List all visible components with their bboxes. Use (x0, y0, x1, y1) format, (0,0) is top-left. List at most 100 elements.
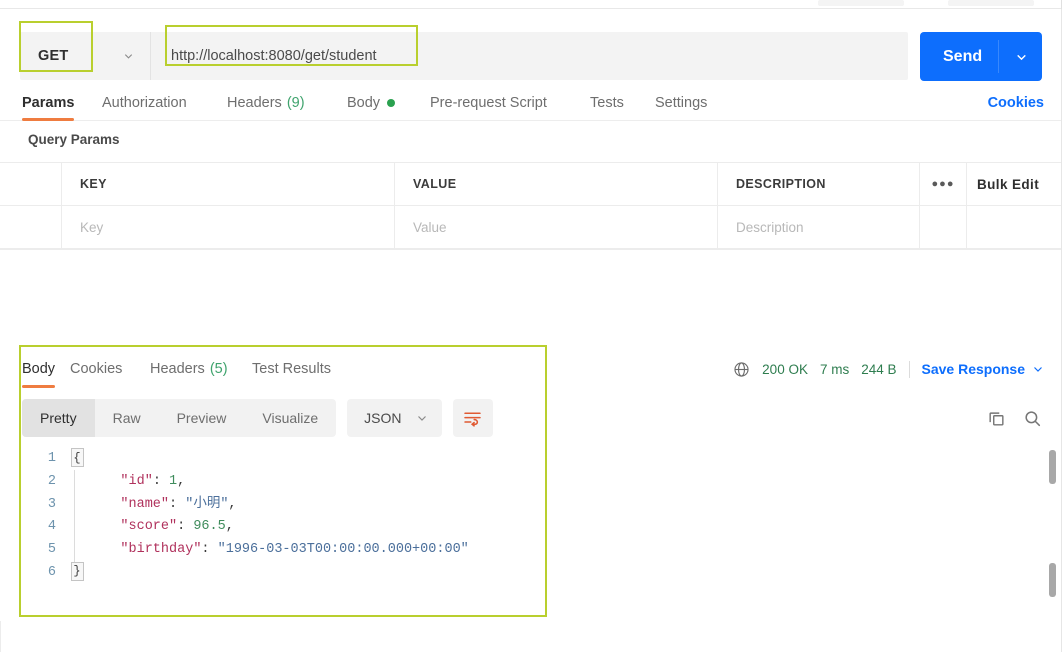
http-method-label: GET (38, 48, 69, 64)
scrollbar-thumb-upper[interactable] (1049, 450, 1056, 484)
row-key-input[interactable]: Key (62, 206, 395, 248)
code-line-text: "name": "小明", (88, 494, 237, 517)
save-response-button[interactable]: Save Response (922, 361, 1045, 377)
response-tab-test-results[interactable]: Test Results (252, 352, 331, 386)
code-token-key: "id" (88, 473, 153, 489)
send-options-chevron-down-icon[interactable] (1015, 50, 1028, 63)
tab-label: Test Results (252, 361, 331, 377)
status-code: 200 OK (762, 361, 808, 377)
code-token-pun: , (225, 519, 234, 535)
table-bottom-border (0, 248, 1062, 250)
response-status-bar: 200 OK 7 ms 244 B Save Response (733, 352, 1044, 386)
request-tab-bar: Params Authorization Headers (9) Body Pre… (0, 84, 1062, 121)
response-tab-headers[interactable]: Headers (5) (150, 352, 228, 386)
row-description-input[interactable]: Description (718, 206, 920, 248)
code-token-key: "birthday" (88, 542, 202, 558)
line-number: 4 (47, 519, 56, 535)
table-options-menu[interactable]: ●●● (920, 163, 967, 205)
header-key: KEY (62, 163, 395, 205)
response-scrollbar[interactable] (1049, 450, 1056, 645)
code-line: 3 "name": "小明", (22, 494, 1022, 517)
page-left-edge (0, 621, 1, 652)
code-token-key: "name" (88, 496, 170, 512)
row-checkbox-cell[interactable] (0, 206, 62, 248)
response-body-code[interactable]: 1{2 "id": 1, 3 "name": "小明", 4 "score": 96… (22, 448, 1022, 608)
header-checkbox-cell (0, 163, 62, 205)
query-params-title: Query Params (28, 132, 120, 147)
view-mode-visualize[interactable]: Visualize (244, 399, 336, 437)
tab-pre-request-script[interactable]: Pre-request Script (430, 84, 547, 121)
row-trailing-cell (967, 206, 1062, 248)
tab-body[interactable]: Body (347, 84, 396, 121)
line-number: 2 (47, 473, 56, 489)
query-params-table: KEY VALUE DESCRIPTION ●●● Bulk Edit Key … (0, 162, 1062, 250)
response-action-icons (987, 399, 1042, 437)
code-token-str: "1996-03-03T00:00:00.000+00:00" (217, 542, 469, 558)
tab-tests[interactable]: Tests (590, 84, 624, 121)
body-present-dot-icon (387, 98, 396, 107)
response-format-label: JSON (364, 410, 402, 426)
code-line-text: "birthday": "1996-03-03T00:00:00.000+00:… (88, 539, 469, 562)
globe-icon (734, 361, 749, 377)
view-mode-raw[interactable]: Raw (95, 399, 159, 437)
code-token-num: 96.5 (193, 519, 226, 535)
search-icon[interactable] (1023, 409, 1042, 428)
code-line: 4 "score": 96.5, (22, 516, 1022, 539)
chevron-down-icon[interactable] (1032, 363, 1044, 375)
code-line: 6} (22, 561, 1022, 585)
wrap-text-button[interactable] (452, 399, 493, 437)
copy-icon[interactable] (987, 409, 1006, 428)
tab-label: Pre-request Script (430, 94, 547, 111)
http-method-selector[interactable]: GET (20, 32, 150, 80)
tab-authorization[interactable]: Authorization (102, 84, 187, 121)
code-token-pun: : (169, 496, 186, 512)
bulk-edit-cell[interactable]: Bulk Edit (967, 163, 1062, 205)
tab-settings[interactable]: Settings (655, 84, 707, 121)
tab-label: Headers (150, 361, 205, 377)
response-format-select[interactable]: JSON (347, 399, 442, 437)
code-fold-marker[interactable]: } (70, 561, 84, 581)
tab-params[interactable]: Params (22, 84, 75, 121)
send-button-label: Send (943, 47, 983, 65)
code-line-text: "id": 1, (88, 471, 185, 494)
request-url-bar: GET http://localhost:8080/get/student Se… (0, 10, 1062, 81)
code-token-pun: : (201, 542, 218, 558)
tab-headers[interactable]: Headers (9) (227, 84, 305, 121)
code-token-str: "小明" (185, 496, 229, 512)
response-tab-cookies[interactable]: Cookies (70, 352, 122, 386)
tab-label: Params (22, 94, 75, 111)
table-row[interactable]: Key Value Description (0, 205, 1062, 248)
headers-count: (9) (286, 94, 305, 111)
tab-label: Authorization (102, 94, 187, 111)
send-button[interactable]: Send (920, 32, 1042, 81)
code-line: 1{ (22, 448, 1022, 471)
bulk-edit-label: Bulk Edit (977, 176, 1040, 192)
postman-request-response-view: GET http://localhost:8080/get/student Se… (0, 0, 1062, 652)
code-fold-marker[interactable]: { (70, 448, 84, 467)
cookies-link[interactable]: Cookies (988, 84, 1044, 121)
response-view-mode-group: Pretty Raw Preview Visualize (22, 399, 337, 437)
line-number: 1 (47, 451, 56, 466)
row-value-input[interactable]: Value (395, 206, 718, 248)
response-tab-body[interactable]: Body (22, 352, 56, 388)
url-input[interactable]: http://localhost:8080/get/student (150, 32, 908, 80)
code-line-text: "score": 96.5, (88, 516, 234, 539)
ghost-control-1 (818, 0, 904, 6)
code-token-key: "score" (88, 519, 178, 535)
save-response-label: Save Response (921, 361, 1026, 377)
scrollbar-thumb-lower[interactable] (1049, 563, 1056, 597)
line-number: 5 (47, 542, 56, 558)
tab-label: Settings (655, 94, 708, 111)
top-toolbar-sliver (0, 0, 1062, 9)
header-description: DESCRIPTION (718, 163, 920, 205)
code-line: 5 "birthday": "1996-03-03T00:00:00.000+0… (22, 539, 1022, 562)
code-fold-slot: { (66, 448, 88, 467)
row-options-cell (920, 206, 967, 248)
code-token-pun: , (228, 496, 237, 512)
tab-label: Body (22, 361, 56, 377)
view-mode-preview[interactable]: Preview (159, 399, 245, 437)
tab-label: Body (347, 94, 381, 111)
send-divider (998, 40, 999, 73)
chevron-down-icon (124, 54, 133, 59)
view-mode-pretty[interactable]: Pretty (22, 399, 95, 437)
